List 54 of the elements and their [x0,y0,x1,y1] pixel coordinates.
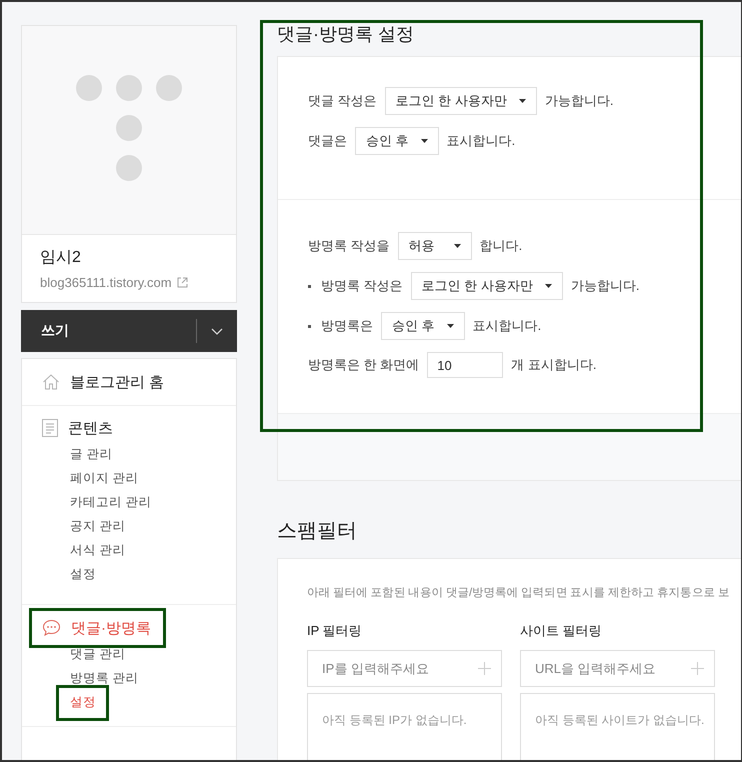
setting-label: 방명록은 한 화면에 [308,356,420,374]
nav-group-link[interactable]: 블로그관리 홈 [70,372,164,392]
nav-item-link[interactable]: 댓글 관리 [70,642,126,666]
home-icon [42,373,60,391]
write-button[interactable]: 쓰기 [21,310,196,352]
document-icon [42,419,58,437]
add-icon[interactable] [478,662,491,675]
caret-icon [420,139,428,143]
nav-group-link[interactable]: 콘텐츠 [68,418,113,438]
external-link-icon [176,277,188,288]
description-text: 아래 필터에 포함된 내용이 댓글/방명록에 입력되면 표시를 제한하고 휴지통으로 보 [307,586,730,600]
section-title: 댓글·방명록 설정 [277,23,415,46]
caret-icon [446,324,454,328]
dropdown[interactable]: 승인 후 [381,312,465,340]
setting-label: 방명록 작성을 [308,237,390,255]
nav-item-link[interactable]: 카테고리 관리 [70,490,152,514]
nav-item-link[interactable]: 설정 [70,562,96,586]
filter-title: IP 필터링 [307,622,363,640]
nav-item-link[interactable]: 글 관리 [70,442,112,466]
setting-label: 가능합니다. [544,92,614,110]
dropdown[interactable]: 로그인 한 사용자만 [384,87,537,115]
setting-label: 방명록은 [321,317,373,335]
filter-title: 사이트 필터링 [520,622,603,640]
nav-item-link[interactable]: 방명록 관리 [70,666,138,690]
setting-label: 표시합니다. [446,132,516,150]
dropdown[interactable]: 승인 후 [355,127,439,155]
add-icon[interactable] [691,662,704,675]
filter-input-field[interactable]: URL을 입력해주세요 [520,650,715,687]
speech-bubble-icon [42,619,61,637]
section-title: 스팸필터 [277,519,358,544]
caret-icon [454,244,461,248]
dropdown[interactable]: 허용 [398,232,472,260]
nav-group-link[interactable]: 댓글·방명록 [71,618,151,638]
nav-item-link[interactable]: 페이지 관리 [70,466,138,490]
filter-input-field[interactable]: IP를 입력해주세요 [307,650,502,687]
nav-item-link[interactable]: 공지 관리 [70,514,126,538]
setting-label: 가능합니다. [570,277,640,295]
caret-icon [518,99,526,103]
setting-label: 방명록 작성은 [321,277,403,295]
setting-label: 개 표시합니다. [511,356,596,374]
empty-message: 아직 등록된 사이트가 없습니다. [535,713,704,727]
blog-name: 임시2 [40,248,82,268]
caret-icon [544,284,552,288]
setting-label: 댓글은 [308,132,347,150]
empty-message: 아직 등록된 IP가 없습니다. [322,713,467,727]
setting-label: 합니다. [480,237,522,255]
dropdown[interactable]: 로그인 한 사용자만 [410,272,563,300]
setting-label: 표시합니다. [472,317,542,335]
chevron-down-icon [211,328,223,334]
count-input-field[interactable]: 10 [427,352,504,378]
nav-item-link[interactable]: 서식 관리 [70,538,126,562]
nav-item-link[interactable]: 설정 [70,690,96,714]
setting-label: 댓글 작성은 [308,92,377,110]
blog-url-link[interactable]: blog365111.tistory.com [40,275,172,290]
